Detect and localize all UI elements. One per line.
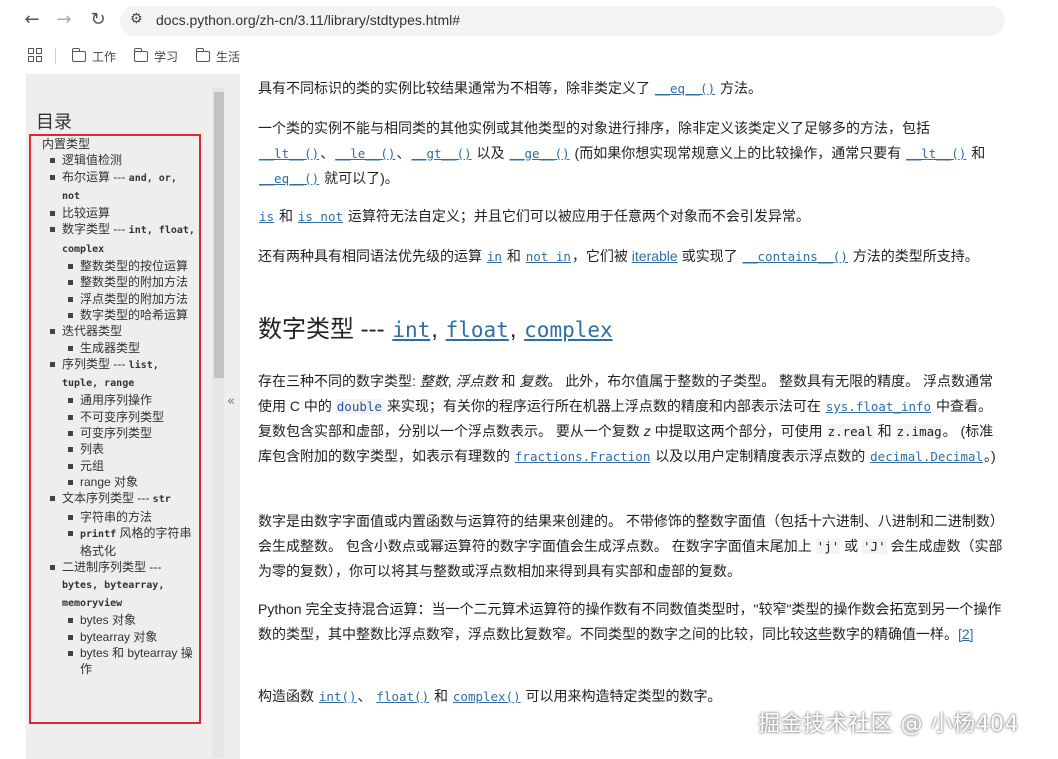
- toc-item[interactable]: 通用序列操作: [40, 392, 200, 408]
- back-icon[interactable]: ←: [20, 8, 44, 32]
- toc-item[interactable]: 二进制序列类型 --- bytes, bytearray, memoryview: [40, 559, 200, 612]
- bookmarks-divider: [55, 48, 56, 64]
- table-of-contents: 内置类型 逻辑值检测 布尔运算 --- and, or, not 比较运算 数字类型 -…: [40, 136, 200, 678]
- float-link[interactable]: float: [445, 318, 510, 342]
- toc-item[interactable]: 字符串的方法: [40, 509, 200, 525]
- paragraph-ordering: 一个类的实例不能与相同类的其他实例或其他类型的对象进行排序，除非定义该类定义了足…: [258, 120, 986, 186]
- toc-item[interactable]: 元组: [40, 458, 200, 474]
- paragraph-in: 还有两种具有相同语法优先级的运算 in 和 not in，它们被 iterabl…: [258, 248, 979, 264]
- toc-item[interactable]: 内置类型: [40, 136, 200, 152]
- folder-icon: [195, 48, 210, 62]
- is-link[interactable]: is: [258, 208, 275, 224]
- toc-item[interactable]: bytes 和 bytearray 操作: [40, 645, 200, 678]
- watermark: 掘金技术社区 @ 小杨404: [758, 712, 1019, 737]
- toc-item[interactable]: 布尔运算 --- and, or, not: [40, 169, 200, 206]
- toc-item[interactable]: printf 风格的字符串格式化: [40, 525, 200, 560]
- complex-constructor-link[interactable]: complex(): [452, 688, 522, 704]
- toc-item[interactable]: 可变序列类型: [40, 425, 200, 441]
- paragraph-eq: 具有不同标识的类的实例比较结果通常为不相等，除非类定义了 __eq__() 方法…: [258, 80, 762, 96]
- bookmark-label: 学习: [154, 50, 179, 64]
- folder-icon: [71, 48, 86, 62]
- forward-icon[interactable]: →: [52, 8, 76, 32]
- sidebar: 目录 内置类型 逻辑值检测 布尔运算 --- and, or, not 比较运算 数字类…: [26, 74, 240, 759]
- reload-icon[interactable]: ↻: [86, 8, 110, 32]
- ge-link[interactable]: __ge__(): [508, 145, 570, 161]
- toc-item[interactable]: 浮点类型的附加方法: [40, 291, 200, 307]
- toc-item[interactable]: 不可变序列类型: [40, 409, 200, 425]
- int-constructor-link[interactable]: int(): [318, 688, 358, 704]
- folder-icon: [133, 48, 148, 62]
- toc-item[interactable]: 文本序列类型 --- str: [40, 490, 200, 508]
- int-link[interactable]: int: [391, 318, 431, 342]
- toc-item[interactable]: bytes 对象: [40, 612, 200, 628]
- paragraph-literals: 数字是由数字字面值或内置函数与运算符的结果来创建的。 不带修饰的整数字面值（包括…: [258, 513, 1003, 579]
- apps-icon[interactable]: [28, 48, 42, 62]
- bookmark-label: 工作: [92, 50, 117, 64]
- decimal-link[interactable]: decimal.Decimal: [869, 448, 984, 464]
- toc-item[interactable]: 迭代器类型: [40, 323, 200, 339]
- address-bar[interactable]: ⚙ docs.python.org/zh-cn/3.11/library/std…: [120, 6, 1005, 36]
- toc-item[interactable]: 逻辑值检测: [40, 152, 200, 168]
- collapse-sidebar-icon[interactable]: «: [227, 394, 235, 409]
- toc-item[interactable]: 整数类型的附加方法: [40, 274, 200, 290]
- in-link[interactable]: in: [486, 248, 503, 264]
- le-link[interactable]: __le__(): [334, 145, 396, 161]
- lt-link[interactable]: __lt__(): [258, 145, 320, 161]
- iterable-link[interactable]: iterable: [632, 248, 678, 264]
- toc-item[interactable]: 数字类型 --- int, float, complex: [40, 221, 200, 258]
- complex-link[interactable]: complex: [523, 318, 614, 342]
- url-text: docs.python.org/zh-cn/3.11/library/stdty…: [156, 12, 461, 28]
- eq-link[interactable]: __eq__(): [654, 80, 716, 96]
- bookmark-label: 生活: [216, 50, 241, 64]
- sidebar-title: 目录: [36, 112, 72, 132]
- is-not-link[interactable]: is not: [297, 208, 344, 224]
- toc-item[interactable]: 生成器类型: [40, 340, 200, 356]
- paragraph-mixed-arithmetic: Python 完全支持混合运算：当一个二元算术运算符的操作数有不同数值类型时，"…: [258, 601, 1002, 642]
- toc-item[interactable]: 比较运算: [40, 205, 200, 221]
- section-heading-numeric-types: 数字类型 --- int, float, complex: [258, 316, 614, 343]
- paragraph-is: is 和 is not 运算符无法自定义；并且它们可以被应用于任意两个对象而不会…: [258, 208, 810, 224]
- toc-item[interactable]: 数字类型的哈希运算: [40, 307, 200, 323]
- toc-item[interactable]: range 对象: [40, 474, 200, 490]
- paragraph-numeric-types: 存在三种不同的数字类型: 整数, 浮点数 和 复数。 此外，布尔值属于整数的子类…: [258, 373, 996, 464]
- bookmark-life[interactable]: 生活: [195, 48, 241, 65]
- contains-link[interactable]: __contains__(): [741, 248, 848, 264]
- float-info-link[interactable]: sys.float_info: [825, 398, 932, 414]
- toc-item[interactable]: 列表: [40, 441, 200, 457]
- sidebar-scroll-thumb[interactable]: [214, 92, 224, 378]
- toc-item[interactable]: 序列类型 --- list, tuple, range: [40, 356, 200, 393]
- float-constructor-link[interactable]: float(): [375, 688, 430, 704]
- browser-toolbar: ← → ↻ ⚙ docs.python.org/zh-cn/3.11/libra…: [0, 0, 1058, 40]
- footnote-link[interactable]: [2]: [958, 626, 974, 642]
- eq-link-2[interactable]: __eq__(): [258, 170, 320, 186]
- lt-link-2[interactable]: __lt__(): [905, 145, 967, 161]
- bookmark-study[interactable]: 学习: [133, 48, 179, 65]
- site-info-icon[interactable]: ⚙: [130, 11, 143, 27]
- toc-item[interactable]: bytearray 对象: [40, 629, 200, 645]
- fraction-link[interactable]: fractions.Fraction: [514, 448, 651, 464]
- toc-item[interactable]: 整数类型的按位运算: [40, 258, 200, 274]
- gt-link[interactable]: __gt__(): [410, 145, 472, 161]
- bookmark-work[interactable]: 工作: [71, 48, 117, 65]
- not-in-link[interactable]: not in: [525, 248, 572, 264]
